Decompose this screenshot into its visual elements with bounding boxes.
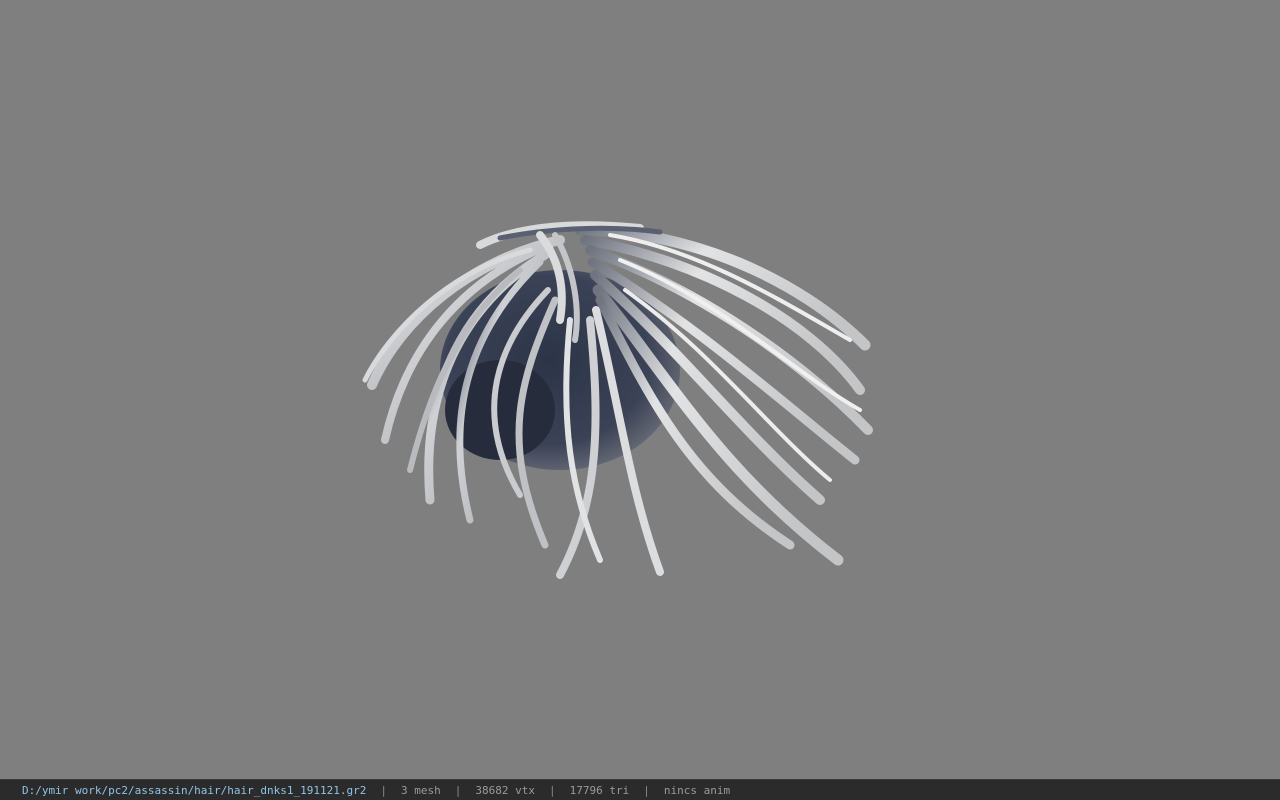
- status-separator: |: [548, 783, 556, 797]
- status-separator: |: [380, 783, 387, 797]
- triangle-count-label: 17796 tri: [569, 783, 630, 797]
- hair-model-render: [362, 221, 873, 579]
- file-path-label: D:/ymir work/pc2/assassin/hair/hair_dnks…: [22, 783, 367, 797]
- animation-status-label: nincs anim: [663, 783, 731, 797]
- 3d-viewport[interactable]: [0, 0, 1280, 779]
- status-separator: |: [454, 783, 462, 797]
- mesh-count-label: 3 mesh: [401, 783, 441, 797]
- vertex-count-label: 38682 vtx: [475, 783, 535, 797]
- status-separator: |: [643, 783, 650, 797]
- status-bar: D:/ymir work/pc2/assassin/hair/hair_dnks…: [0, 779, 1280, 800]
